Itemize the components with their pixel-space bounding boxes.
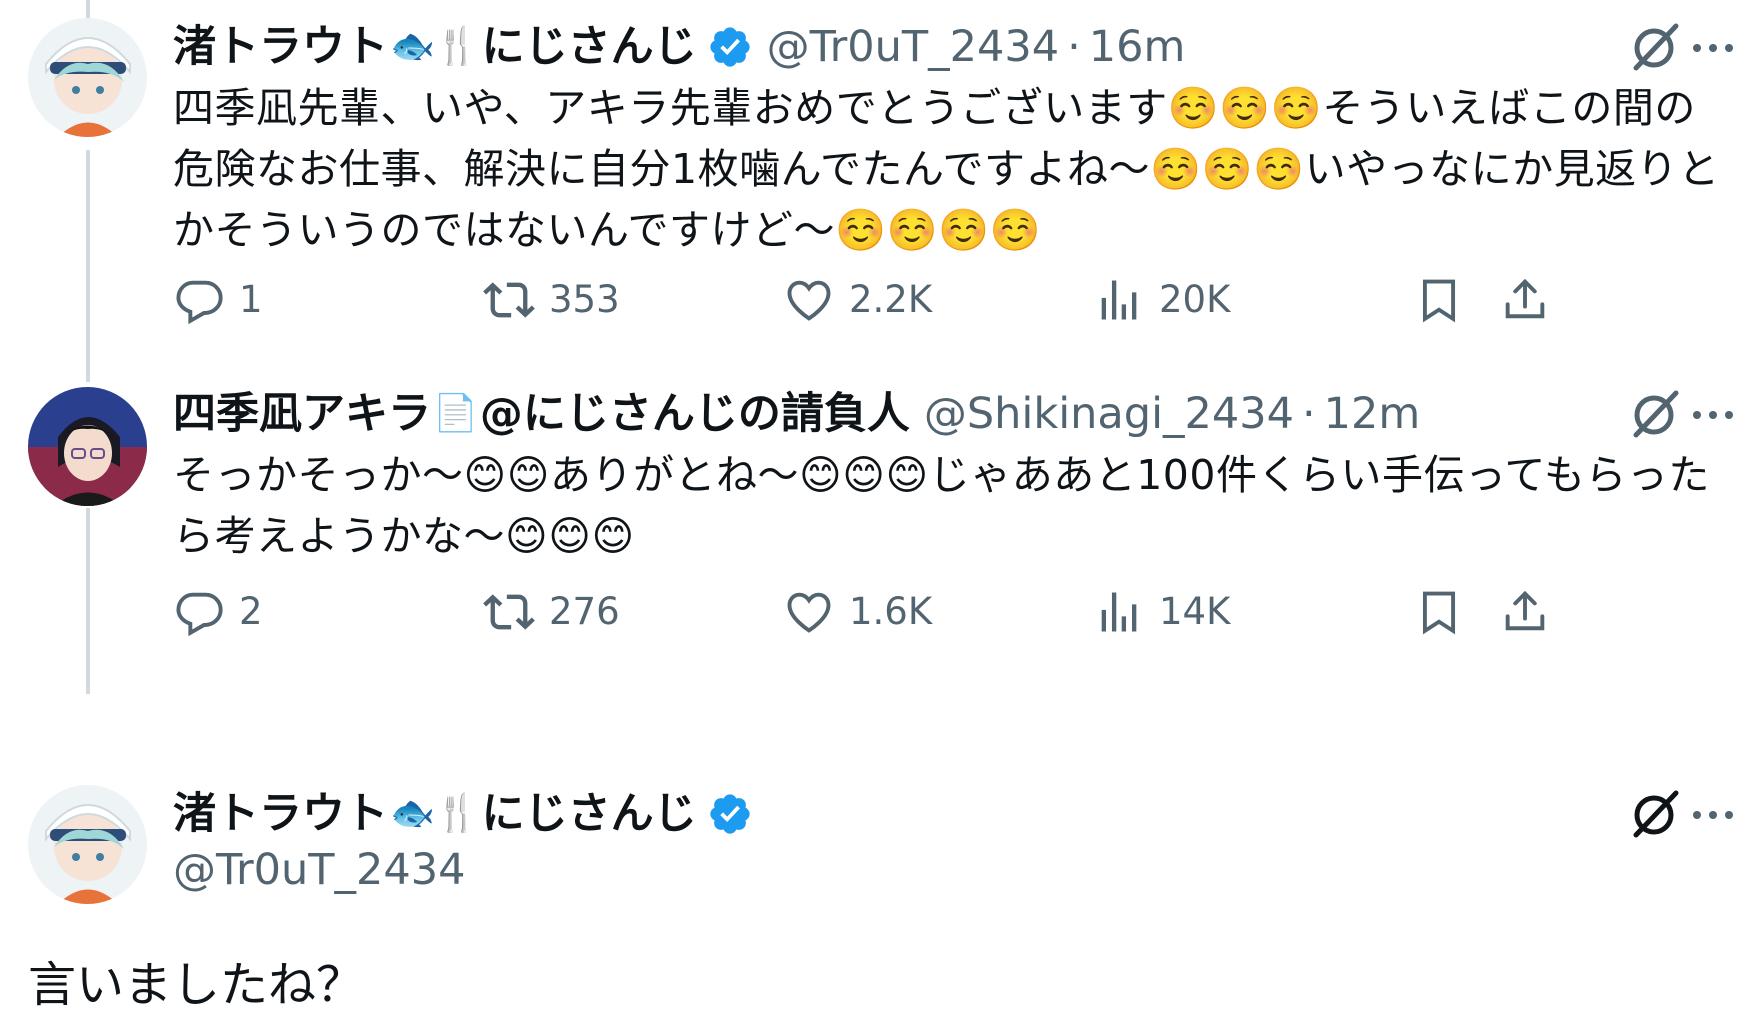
like-count: 2.2K	[849, 278, 933, 321]
grok-icon[interactable]	[1626, 785, 1684, 843]
like-button[interactable]: 1.6K	[783, 582, 932, 642]
reply-button[interactable]: 1	[173, 270, 263, 330]
verified-badge-icon	[707, 24, 753, 70]
separator-dot: ·	[1067, 22, 1081, 72]
retweet-icon	[483, 282, 535, 318]
heart-icon	[787, 280, 831, 321]
grok-icon[interactable]	[1626, 18, 1684, 76]
grok-icon[interactable]	[1626, 385, 1684, 443]
like-count: 1.6K	[849, 590, 933, 633]
retweet-button[interactable]: 276	[483, 582, 620, 642]
user-handle[interactable]: @Shikinagi_2434	[924, 385, 1294, 443]
avatar[interactable]	[28, 18, 147, 137]
separator-dot: ·	[1301, 389, 1316, 439]
tweet-header: 渚トラウト 🐟🍴 にじさんじ	[173, 785, 753, 843]
views-icon	[1101, 280, 1137, 320]
tweet-actions: 2 276 1.6K 14K	[173, 582, 1733, 642]
display-name[interactable]: 渚トラウト	[173, 18, 388, 76]
user-handle[interactable]: @Tr0uT_2434	[767, 18, 1059, 76]
timestamp[interactable]: 12m	[1324, 385, 1421, 443]
tweet-item[interactable]: 渚トラウト 🐟🍴 にじさんじ @Tr0uT_2434 · 16m 四季凪先輩、い…	[0, 18, 1758, 358]
reply-count: 1	[239, 278, 263, 321]
display-name[interactable]: 四季凪アキラ	[173, 385, 431, 443]
name-emoji: 🐟🍴	[390, 793, 480, 834]
display-name-suffix[interactable]: にじさんじ	[482, 785, 697, 843]
avatar[interactable]	[28, 387, 147, 506]
tweet-text: そっかそっか〜😊😊ありがとね〜😊😊😊じゃああと100件くらい手伝ってもらったら考…	[173, 451, 1710, 560]
retweet-count: 276	[549, 590, 620, 633]
share-icon[interactable]	[1499, 586, 1551, 638]
retweet-icon	[483, 594, 535, 630]
more-icon[interactable]	[1688, 38, 1738, 58]
display-name-suffix[interactable]: @にじさんじの請負人	[480, 385, 910, 443]
reply-count: 2	[239, 590, 263, 633]
user-handle[interactable]: @Tr0uT_2434	[173, 841, 465, 899]
display-name-suffix[interactable]: にじさんじ	[482, 18, 697, 76]
name-emoji: 📄	[433, 393, 478, 434]
bookmark-icon[interactable]	[1413, 274, 1465, 326]
bookmark-icon[interactable]	[1413, 586, 1465, 638]
like-button[interactable]: 2.2K	[783, 270, 932, 330]
tweet-actions: 1 353 2.2K 20K	[173, 270, 1733, 330]
reply-icon	[176, 592, 223, 637]
views-button[interactable]: 14K	[1093, 582, 1230, 642]
avatar[interactable]	[28, 785, 147, 904]
retweet-button[interactable]: 353	[483, 270, 620, 330]
tweet-text: 四季凪先輩、いや、アキラ先輩おめでとうございます☺️☺️☺️そういえばこの間の危…	[173, 84, 1720, 254]
main-tweet-text: 言いましたね？	[28, 957, 365, 1013]
tweet-header: 四季凪アキラ 📄 @にじさんじの請負人 @Shikinagi_2434 · 12…	[173, 385, 1420, 443]
display-name[interactable]: 渚トラウト	[173, 785, 388, 843]
thread-line	[86, 0, 90, 18]
views-button[interactable]: 20K	[1093, 270, 1230, 330]
verified-badge-icon	[707, 791, 753, 837]
tweet-item[interactable]: 四季凪アキラ 📄 @にじさんじの請負人 @Shikinagi_2434 · 12…	[0, 385, 1758, 695]
tweet-header: 渚トラウト 🐟🍴 にじさんじ @Tr0uT_2434 · 16m	[173, 18, 1185, 76]
reply-button[interactable]: 2	[173, 582, 263, 642]
heart-icon	[787, 592, 831, 633]
views-count: 20K	[1159, 278, 1231, 321]
name-emoji: 🐟🍴	[390, 26, 480, 67]
more-icon[interactable]	[1688, 805, 1738, 825]
views-icon	[1101, 592, 1137, 632]
views-count: 14K	[1159, 590, 1231, 633]
more-icon[interactable]	[1688, 405, 1738, 425]
reply-icon	[176, 280, 223, 325]
retweet-count: 353	[549, 278, 620, 321]
timestamp[interactable]: 16m	[1089, 18, 1186, 76]
handle-row: @Tr0uT_2434	[173, 841, 465, 899]
share-icon[interactable]	[1499, 274, 1551, 326]
